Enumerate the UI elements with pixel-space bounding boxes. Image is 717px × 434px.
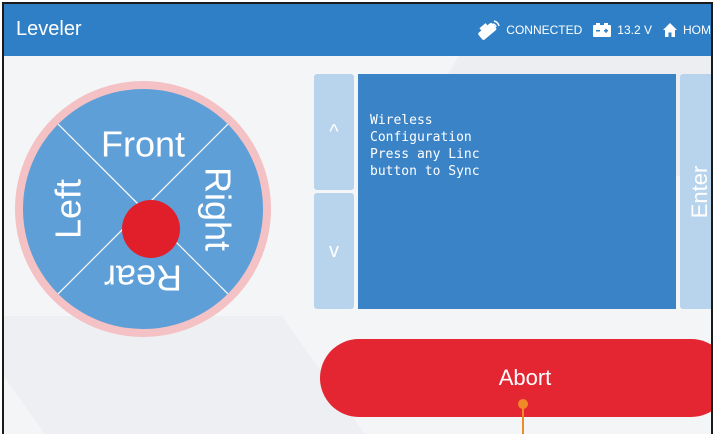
app-title: Leveler xyxy=(16,18,82,40)
callout-marker-line xyxy=(522,408,524,434)
home-label: HOM xyxy=(683,23,711,37)
joystick-front-label: Front xyxy=(101,124,185,165)
leveling-joystick: Front Right Rear Left xyxy=(15,81,271,337)
battery-voltage: 13.2 V xyxy=(617,23,652,37)
battery-icon xyxy=(593,23,612,37)
top-bar: Leveler CONNECTED 13.2 V HOM xyxy=(4,4,711,56)
connection-status-label: CONNECTED xyxy=(506,23,583,37)
message-display: Wireless Configuration Press any Linc bu… xyxy=(358,74,676,309)
battery-status: 13.2 V xyxy=(592,22,652,38)
abort-button[interactable]: Abort xyxy=(320,339,711,417)
home-icon xyxy=(663,23,677,37)
home-button[interactable]: HOM xyxy=(662,22,711,38)
status-group: CONNECTED 13.2 V HOM xyxy=(465,4,711,56)
joystick-right-label: Right xyxy=(197,167,238,251)
scroll-up-button[interactable]: ^ xyxy=(314,74,354,190)
connection-status: CONNECTED xyxy=(475,18,582,42)
up-arrow-icon: ^ xyxy=(329,120,339,143)
enter-label: Enter xyxy=(687,165,712,218)
app-window: Leveler CONNECTED 13.2 V HOM Front Right… xyxy=(2,2,713,434)
down-arrow-icon: v xyxy=(329,239,339,262)
joystick-left-label: Left xyxy=(48,179,89,239)
scroll-down-button[interactable]: v xyxy=(314,193,354,309)
satellite-icon xyxy=(478,20,501,40)
abort-label: Abort xyxy=(498,365,552,390)
joystick-center-button[interactable] xyxy=(122,200,180,258)
display-message: Wireless Configuration Press any Linc bu… xyxy=(370,113,480,179)
joystick-rear-label: Rear xyxy=(104,257,182,298)
enter-button[interactable]: Enter xyxy=(680,74,712,309)
